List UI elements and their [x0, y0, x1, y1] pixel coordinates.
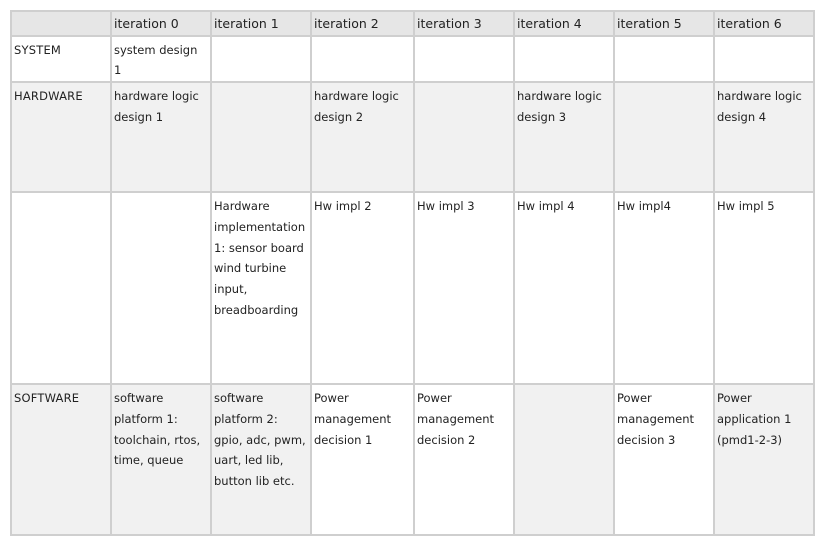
cell-hardware-iter-0: hardware logic design 1 — [110, 81, 212, 194]
row-software: SOFTWARE software platform 1: toolchain,… — [10, 383, 815, 537]
cell-software-iter-5: Power management decision 3 — [613, 383, 715, 537]
cell-software-iter-1: software platform 2: gpio, adc, pwm, uar… — [210, 383, 312, 537]
header-iteration-6: iteration 6 — [713, 10, 815, 37]
header-iteration-5: iteration 5 — [613, 10, 715, 37]
cell-impl-iter-4: Hw impl 4 — [513, 191, 615, 386]
row-label-software: SOFTWARE — [10, 383, 112, 537]
row-hardware-implementation: Hardware implementation 1: sensor board … — [10, 191, 815, 386]
cell-system-iter-3 — [413, 34, 515, 84]
cell-hardware-iter-1 — [210, 81, 312, 194]
cell-software-iter-0: software platform 1: toolchain, rtos, ti… — [110, 383, 212, 537]
header-row: iteration 0 iteration 1 iteration 2 iter… — [10, 10, 815, 37]
cell-impl-iter-6: Hw impl 5 — [713, 191, 815, 386]
iteration-plan-table: iteration 0 iteration 1 iteration 2 iter… — [10, 10, 815, 537]
cell-impl-iter-3: Hw impl 3 — [413, 191, 515, 386]
cell-impl-iter-1: Hardware implementation 1: sensor board … — [210, 191, 312, 386]
row-label-implementation — [10, 191, 112, 386]
cell-hardware-iter-2: hardware logic design 2 — [310, 81, 415, 194]
cell-software-iter-2: Power management decision 1 — [310, 383, 415, 537]
row-label-hardware: HARDWARE — [10, 81, 112, 194]
cell-system-iter-4 — [513, 34, 615, 84]
cell-system-iter-5 — [613, 34, 715, 84]
cell-hardware-iter-4: hardware logic design 3 — [513, 81, 615, 194]
header-iteration-4: iteration 4 — [513, 10, 615, 37]
header-iteration-3: iteration 3 — [413, 10, 515, 37]
cell-impl-iter-5: Hw impl4 — [613, 191, 715, 386]
header-iteration-0: iteration 0 — [110, 10, 212, 37]
header-corner — [10, 10, 112, 37]
cell-hardware-iter-5 — [613, 81, 715, 194]
row-hardware: HARDWARE hardware logic design 1 hardwar… — [10, 81, 815, 194]
cell-impl-iter-2: Hw impl 2 — [310, 191, 415, 386]
cell-impl-iter-0 — [110, 191, 212, 386]
cell-hardware-iter-3 — [413, 81, 515, 194]
cell-software-iter-4 — [513, 383, 615, 537]
cell-system-iter-6 — [713, 34, 815, 84]
cell-system-iter-0: system design 1 — [110, 34, 212, 84]
cell-system-iter-2 — [310, 34, 415, 84]
header-iteration-1: iteration 1 — [210, 10, 312, 37]
row-label-system: SYSTEM — [10, 34, 112, 84]
header-iteration-2: iteration 2 — [310, 10, 415, 37]
cell-software-iter-6: Power application 1 (pmd1-2-3) — [713, 383, 815, 537]
cell-system-iter-1 — [210, 34, 312, 84]
cell-software-iter-3: Power management decision 2 — [413, 383, 515, 537]
cell-hardware-iter-6: hardware logic design 4 — [713, 81, 815, 194]
row-system: SYSTEM system design 1 — [10, 34, 815, 84]
